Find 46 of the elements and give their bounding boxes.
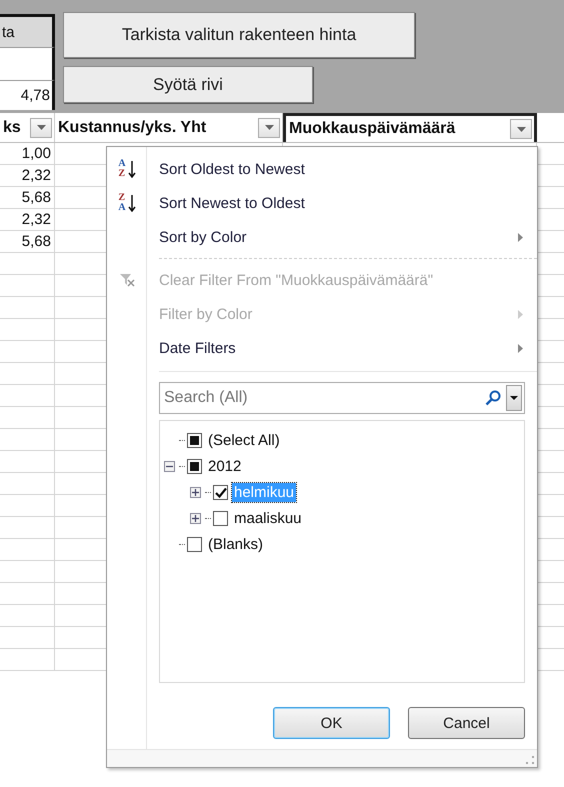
dialog-button[interactable]: OK (273, 707, 390, 739)
expand-icon[interactable] (190, 486, 201, 498)
menu-item[interactable]: A Z Sort Oldest to Newest (107, 152, 537, 186)
table-cell: 1,00 (0, 143, 55, 164)
caret-icon (36, 125, 46, 130)
column-header: ta (0, 14, 55, 47)
tree-item[interactable]: (Blanks) (206, 534, 266, 554)
tree-item[interactable]: 2012 (206, 456, 244, 476)
resize-grip-icon[interactable] (526, 756, 534, 764)
filter-dropdown-button[interactable] (258, 118, 280, 138)
submenu-arrow-icon (518, 344, 523, 352)
submenu-arrow-icon (518, 232, 523, 242)
clear-filter-icon (119, 273, 135, 287)
table-cell: 5,68 (0, 231, 55, 252)
table-cell: 5,68 (0, 187, 55, 208)
macro-button[interactable]: Syötä rivi (63, 66, 313, 103)
menu-item[interactable]: Sort by Color (107, 220, 537, 254)
checkbox[interactable] (187, 536, 202, 552)
search-dropdown-button[interactable] (506, 385, 522, 411)
tree-item[interactable]: maaliskuu (232, 508, 304, 528)
filter-dropdown-button[interactable] (510, 119, 532, 139)
filter-dropdown-button[interactable] (30, 118, 52, 138)
header-label: Muokkauspäivämäärä (289, 120, 456, 138)
checkbox[interactable] (213, 510, 228, 526)
table-cell: 2,32 (0, 209, 55, 230)
tree-item[interactable]: (Select All) (206, 430, 282, 450)
search-icon (485, 390, 501, 406)
checkbox[interactable] (187, 458, 202, 474)
dialog-button[interactable]: Cancel (408, 707, 525, 739)
menu-item[interactable]: Date Filters (107, 331, 537, 365)
search-field[interactable]: Search (All) (159, 382, 525, 414)
caret-icon (516, 126, 526, 132)
checkbox[interactable] (213, 484, 228, 500)
checkbox[interactable] (187, 432, 202, 448)
table-cell: 2,32 (0, 165, 55, 186)
table-cell (0, 47, 55, 80)
submenu-arrow-icon (518, 310, 523, 318)
header-label: Kustannus/yks. Yht (58, 118, 206, 136)
caret-icon (264, 125, 274, 130)
collapse-icon[interactable] (164, 460, 175, 472)
caret-icon (510, 396, 518, 400)
expand-icon[interactable] (190, 512, 201, 524)
menu-item[interactable]: Z A Sort Newest to Oldest (107, 186, 537, 220)
total-cell: 4,78 (0, 80, 55, 110)
header-label: ks (3, 118, 21, 136)
macro-button[interactable]: Tarkista valitun rakenteen hinta (63, 12, 415, 58)
